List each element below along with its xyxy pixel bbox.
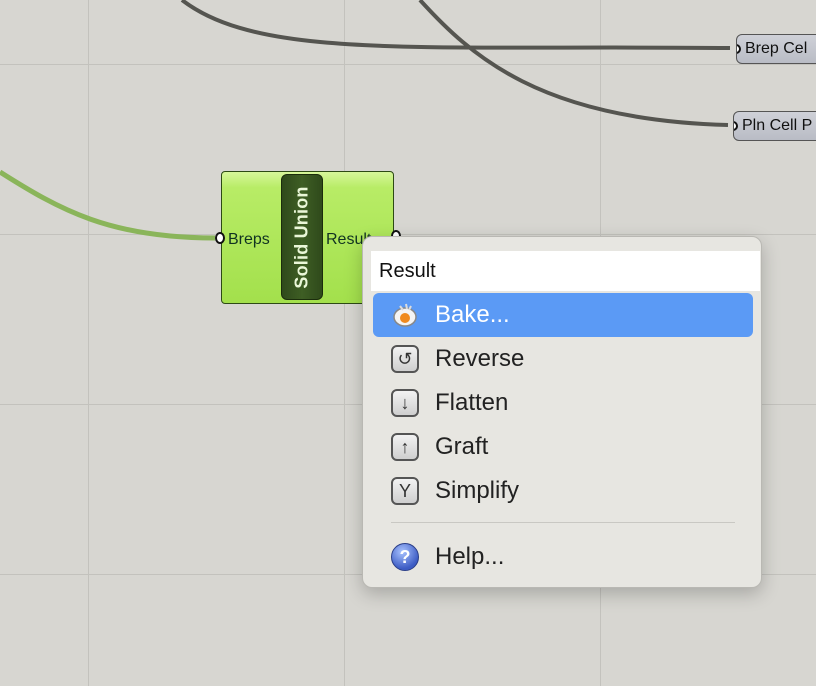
menu-item-flatten[interactable]: ↓ Flatten	[373, 381, 753, 425]
flatten-icon: ↓	[391, 389, 419, 417]
wire-to-pln-param	[418, 0, 729, 127]
menu-item-reverse[interactable]: ↺ Reverse	[373, 337, 753, 381]
input-port[interactable]	[215, 232, 225, 244]
menu-item-label: Flatten	[435, 389, 509, 416]
param-brep-cells[interactable]: Brep Cel	[736, 34, 816, 64]
menu-item-help[interactable]: ? Help...	[373, 535, 753, 579]
menu-item-bake[interactable]: Bake...	[373, 293, 753, 337]
menu-item-label: Graft	[435, 433, 489, 460]
menu-separator	[391, 522, 735, 523]
component-title-bar[interactable]: Solid Union	[281, 174, 323, 300]
wire-to-brep-param	[180, 0, 731, 50]
input-breps-label[interactable]: Breps	[228, 231, 270, 249]
bake-icon	[391, 301, 419, 329]
param-label: Brep Cel	[745, 40, 808, 57]
menu-item-simplify[interactable]: Y Simplify	[373, 469, 753, 513]
grasshopper-canvas[interactable]: Brep Cel Pln Cell P Solid Union Breps Re…	[0, 0, 816, 686]
menu-item-graft[interactable]: ↑ Graft	[373, 425, 753, 469]
wire-to-breps-input	[0, 169, 216, 241]
graft-icon: ↑	[391, 433, 419, 461]
param-input-grip[interactable]	[734, 121, 738, 131]
param-pln-cell[interactable]: Pln Cell P	[733, 111, 816, 141]
menu-item-label: Reverse	[435, 345, 525, 372]
menu-item-label: Simplify	[435, 477, 520, 504]
reverse-icon: ↺	[391, 345, 419, 373]
component-title: Solid Union	[291, 185, 312, 289]
param-label: Pln Cell P	[742, 117, 813, 134]
param-input-grip[interactable]	[737, 44, 741, 54]
context-menu: Result Bake... ↺ Reverse ↓ Flatten ↑ Gra…	[362, 236, 762, 588]
menu-item-label: Bake...	[435, 301, 510, 328]
menu-header: Result	[371, 251, 760, 291]
menu-item-label: Help...	[435, 543, 505, 570]
help-icon: ?	[391, 543, 419, 571]
simplify-icon: Y	[391, 477, 419, 505]
